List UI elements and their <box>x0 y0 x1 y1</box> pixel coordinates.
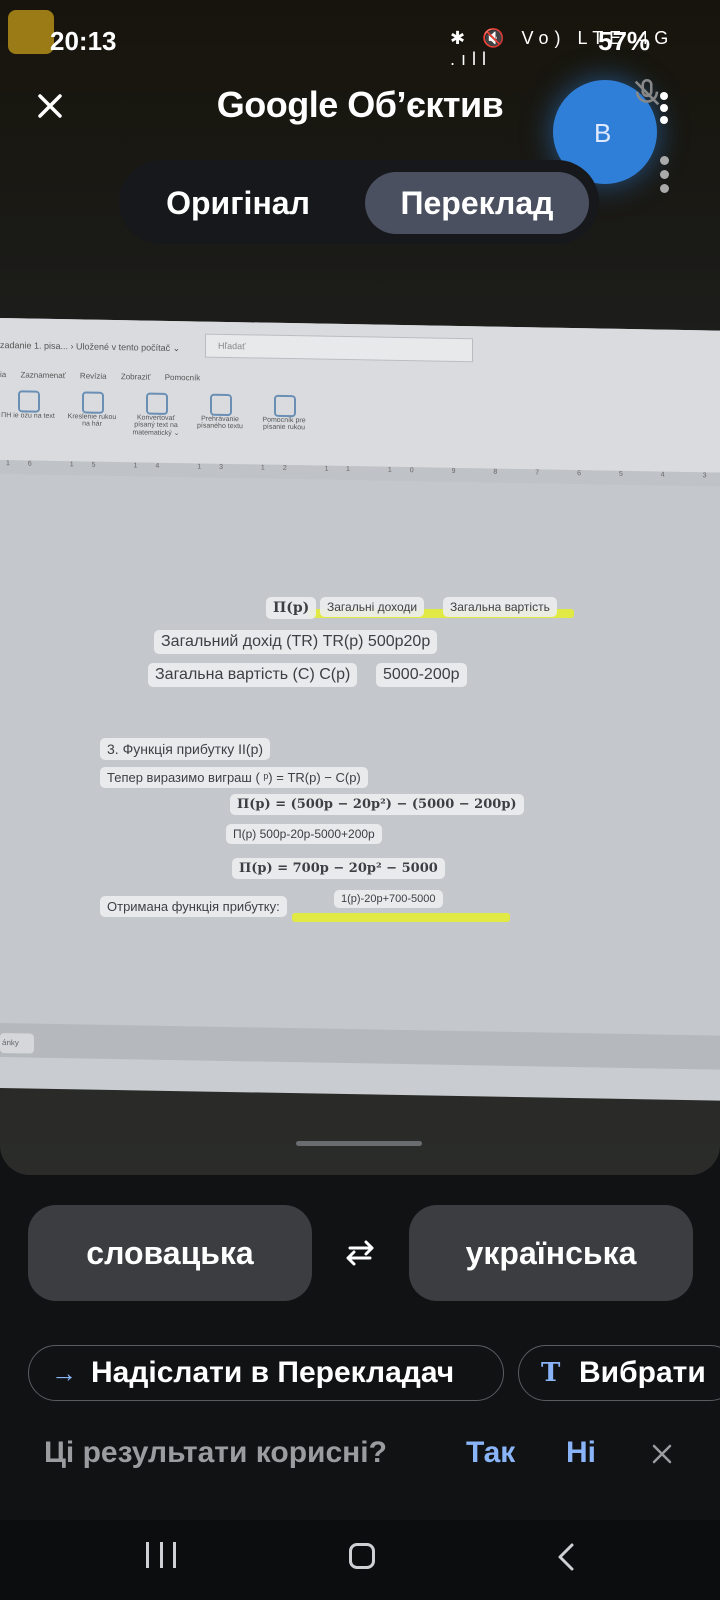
more-options-icon[interactable] <box>660 92 672 128</box>
select-text-button[interactable]: T Вибрати <box>518 1345 720 1401</box>
source-language-button[interactable]: словацька <box>28 1205 312 1301</box>
document-ribbon: ПН ie ozu na text Kreslenie rukou na hár… <box>0 388 340 464</box>
translated-text[interactable]: 1(p)-20p+700-5000 <box>334 890 443 908</box>
highlight-mark <box>292 913 510 922</box>
translated-text[interactable]: Отримана функція прибутку: <box>100 896 287 917</box>
document-title: zadanie 1. pisa... › Uložené v tento poč… <box>0 340 181 354</box>
document-toolbar: zadanie 1. pisa... › Uložené v tento poč… <box>0 318 720 473</box>
select-text-label: Вибрати <box>579 1356 706 1389</box>
send-to-translate-button[interactable]: → Надіслати в Перекладач <box>28 1345 504 1401</box>
ribbon-item: Pomocník pre písanie rukou <box>256 392 312 463</box>
translated-text[interactable]: Загальний дохід (TR) TR(p) 500p20p <box>154 630 438 654</box>
ribbon-item: ПН ie ozu na text <box>0 388 56 459</box>
ribbon-item: Konvertovať písaný text na matematický ⌄ <box>128 390 184 461</box>
mode-toggle: Оригінал Переклад <box>119 160 599 244</box>
background-dots <box>660 156 670 198</box>
feedback-no-button[interactable]: Ні <box>566 1436 596 1470</box>
status-icons: ✱ 🔇 Vo) LTE 4G .ıll <box>450 28 675 69</box>
translated-text[interactable]: П(p) 500p-20p-5000+200p <box>226 824 382 844</box>
translated-text[interactable]: Тепер виразимо виграш ( ᵖ) = TR(p) − C(p… <box>100 767 368 788</box>
recent-apps-icon[interactable] <box>146 1542 176 1572</box>
tab-translation[interactable]: Переклад <box>365 172 589 234</box>
system-status-bar: 20:13 ✱ 🔇 Vo) LTE 4G .ıll 57% <box>0 18 720 69</box>
translated-text[interactable]: П(p) <box>266 597 317 619</box>
document-menu: ia Zaznamenať Revízia Zobraziť Pomocník <box>0 370 201 383</box>
back-icon[interactable] <box>554 1542 580 1572</box>
tab-original[interactable]: Оригінал <box>119 172 357 234</box>
translated-text[interactable]: Загальні доходи <box>320 597 425 617</box>
system-navigation-bar <box>0 1520 720 1600</box>
app-title: Google Об’єктив <box>216 84 504 125</box>
clock: 20:13 <box>50 26 117 56</box>
feedback-yes-button[interactable]: Так <box>466 1436 515 1470</box>
document-status-pill: ánky <box>0 1033 34 1054</box>
battery-level: 57% <box>598 26 651 56</box>
translated-text[interactable]: 3. Функція прибутку ІІ(p) <box>100 738 271 760</box>
ribbon-item: Prehrávanie písaného textu <box>192 391 248 462</box>
target-language-button[interactable]: українська <box>409 1205 693 1301</box>
translated-text[interactable]: П(p) = 700p − 20p² − 5000 <box>232 858 445 879</box>
feedback-question: Ці результати корисні? <box>44 1436 387 1469</box>
photographed-document: zadanie 1. pisa... › Uložené v tento poč… <box>0 318 720 1101</box>
text-icon: T <box>541 1358 561 1388</box>
translated-text[interactable]: Загальна вартість (C) C(p) <box>148 663 358 687</box>
arrow-right-icon: → <box>51 1358 77 1388</box>
translated-text[interactable]: П(p) = (500p − 20p²) − (5000 − 200p) <box>230 794 524 815</box>
document-page <box>0 474 720 1047</box>
send-to-translate-label: Надіслати в Перекладач <box>91 1356 455 1389</box>
ribbon-item: Kreslenie rukou na hár <box>64 389 120 460</box>
swap-languages-icon[interactable] <box>340 1237 380 1269</box>
bottom-sheet-handle[interactable] <box>296 1141 422 1146</box>
translated-text[interactable]: 5000-200p <box>376 663 467 687</box>
dismiss-feedback-icon[interactable] <box>648 1440 676 1468</box>
home-icon[interactable] <box>349 1543 375 1569</box>
translated-text[interactable]: Загальна вартість <box>443 597 557 617</box>
document-search: Hľadať <box>205 333 473 363</box>
